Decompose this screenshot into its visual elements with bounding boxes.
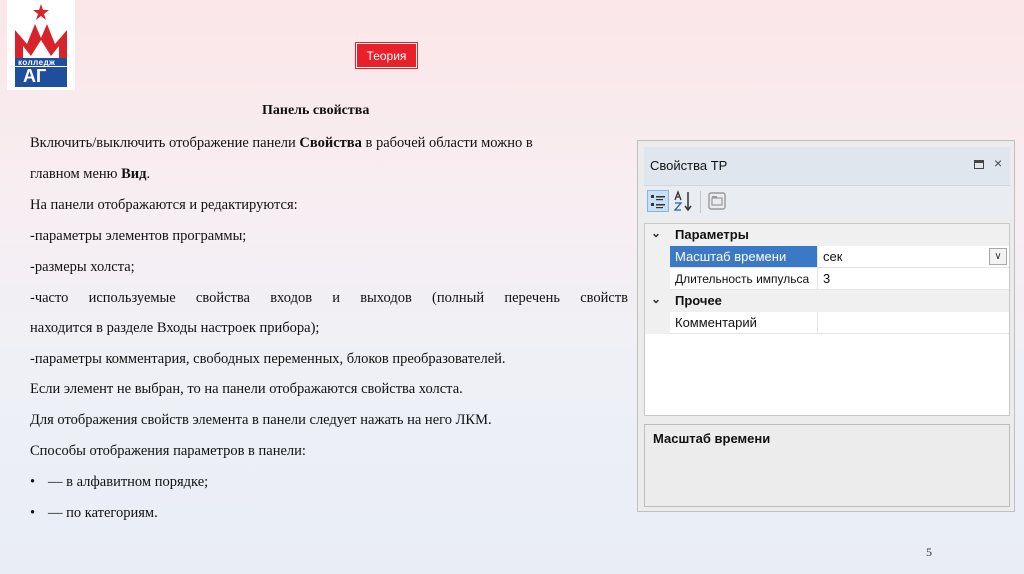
paragraph-1: Включить/выключить отображение панели Св… — [30, 134, 628, 152]
category-label: Параметры — [675, 227, 749, 242]
paragraph-9: Если элемент не выбран, то на панели ото… — [30, 381, 463, 397]
paragraph-1-text-end: в рабочей области можно в — [361, 135, 533, 151]
property-value[interactable] — [818, 312, 1009, 334]
alphabetical-view-button[interactable] — [673, 190, 695, 212]
bullet-text: — в алфавитном порядке; — [48, 474, 209, 490]
chevron-down-icon[interactable]: ⌄ — [651, 292, 661, 306]
category-row-parameters[interactable]: ⌄ Параметры — [645, 224, 1009, 246]
row-gutter — [645, 268, 670, 290]
row-gutter — [645, 246, 670, 268]
bullet-item-2: • — по категориям. — [30, 505, 158, 522]
property-name: Длительность импульса — [670, 268, 818, 290]
property-grid: ⌄ Параметры Масштаб времени сек ∨ Длител… — [644, 223, 1010, 416]
paragraph-3: На панели отображаются и редактируются: — [30, 197, 298, 213]
categorized-view-button[interactable] — [647, 190, 669, 212]
paragraph-2-bold: Вид — [121, 166, 147, 182]
property-row-time-scale[interactable]: Масштаб времени сек ∨ — [645, 246, 1009, 268]
property-name: Масштаб времени — [670, 246, 818, 268]
toolbar-separator — [700, 191, 701, 213]
theory-button[interactable]: Теория — [356, 43, 417, 68]
bullet-item-1: • — в алфавитном порядке; — [30, 474, 208, 491]
paragraph-11: Способы отображения параметров в панели: — [30, 443, 306, 459]
bullet-icon: • — [30, 474, 36, 490]
description-title: Масштаб времени — [653, 431, 771, 446]
page-number: 5 — [926, 545, 932, 559]
property-value-select[interactable]: сек ∨ — [818, 246, 1009, 268]
paragraph-1-text: Включить/выключить отображение панели — [30, 135, 300, 151]
logo-text-bottom: АГ — [23, 66, 47, 86]
paragraph-7: находится в разделе Входы настроек прибо… — [30, 320, 320, 336]
categorized-icon — [651, 195, 665, 209]
category-label: Прочее — [675, 293, 722, 308]
description-pane: Масштаб времени — [644, 424, 1010, 507]
window-position-icon[interactable] — [974, 160, 984, 169]
category-row-other[interactable]: ⌄ Прочее — [645, 290, 1009, 312]
paragraph-2: главном меню Вид. — [30, 165, 628, 183]
paragraph-6: -часто используемые свойства входов и вы… — [30, 290, 628, 306]
bullet-icon: • — [30, 505, 36, 521]
property-value: сек — [823, 249, 843, 264]
slide-title: Панель свойства — [262, 103, 370, 118]
paragraph-4: -параметры элементов программы; — [30, 228, 247, 244]
paragraph-2-text: главном меню — [30, 166, 122, 182]
row-gutter — [645, 312, 670, 334]
property-pages-icon — [708, 192, 726, 210]
sort-az-icon — [673, 190, 692, 212]
college-logo: колледж АГ — [7, 0, 75, 90]
paragraph-5: -размеры холста; — [30, 259, 135, 275]
properties-panel: Свойства ТР × ⌄ Параметры Масштаб времен… — [637, 140, 1015, 512]
paragraph-8: -параметры комментария, свободных переме… — [30, 351, 506, 367]
property-value[interactable]: 3 — [818, 268, 1009, 290]
paragraph-1-bold: Свойства — [299, 135, 362, 151]
property-name: Комментарий — [670, 312, 818, 334]
paragraph-10: Для отображения свойств элемента в панел… — [30, 412, 492, 428]
bullet-text: — по категориям. — [48, 505, 158, 521]
property-pages-button[interactable] — [706, 190, 728, 212]
chevron-down-icon[interactable]: ∨ — [989, 248, 1007, 265]
paragraph-2-text-end: . — [146, 166, 151, 182]
chevron-down-icon[interactable]: ⌄ — [651, 226, 661, 240]
close-icon[interactable]: × — [994, 155, 1002, 171]
panel-title: Свойства ТР — [650, 158, 728, 173]
property-row-comment[interactable]: Комментарий — [645, 312, 1009, 334]
panel-header: Свойства ТР × — [644, 147, 1010, 186]
property-row-pulse-duration[interactable]: Длительность импульса 3 — [645, 268, 1009, 290]
panel-toolbar — [644, 186, 1010, 218]
